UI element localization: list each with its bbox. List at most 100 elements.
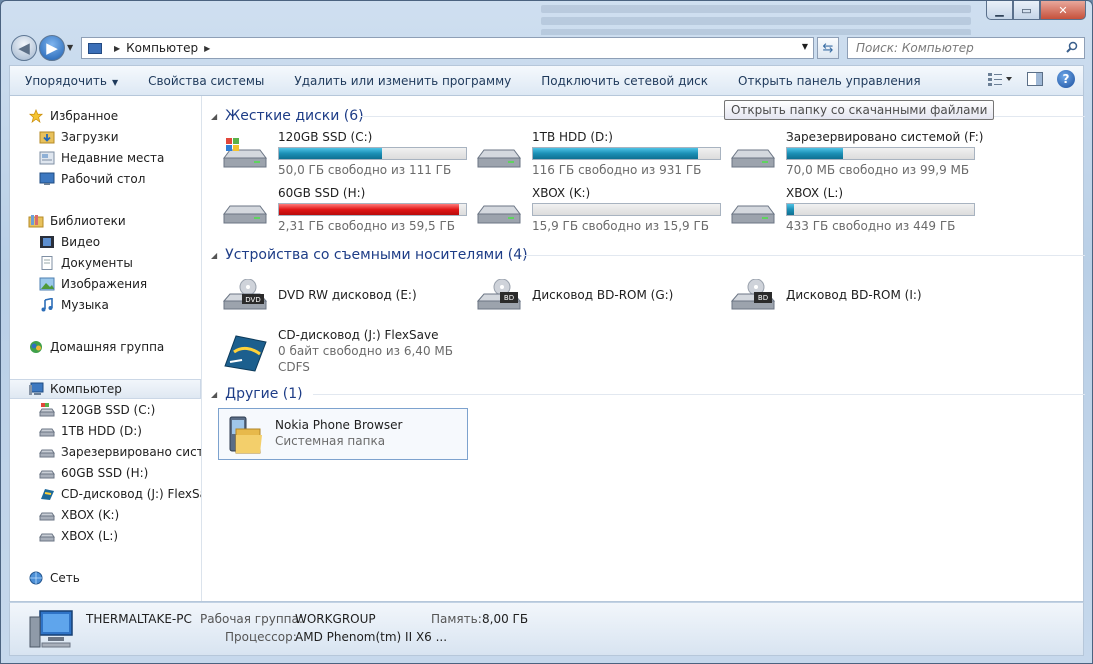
search-icon[interactable] — [1066, 41, 1078, 53]
drive-tile[interactable]: 120GB SSD (C:) 50,0 ГБ свободно из 111 ГБ — [222, 130, 472, 177]
back-arrow-icon: ◀ — [18, 39, 30, 57]
sidebar-item-label: Видео — [61, 235, 101, 249]
sidebar-item-drive-d[interactable]: 1TB HDD (D:) — [10, 421, 201, 441]
drive-usage-bar — [278, 147, 467, 160]
sidebar-item-label: Загрузки — [61, 130, 119, 144]
sidebar-item-documents[interactable]: Документы — [10, 253, 201, 273]
drive-free-space: 0 байт свободно из 6,40 МБ — [278, 344, 453, 358]
sidebar-item-homegroup[interactable]: Домашняя группа — [10, 337, 201, 357]
sidebar-item-label: Домашняя группа — [50, 340, 165, 354]
change-view-icon[interactable] — [987, 71, 1013, 87]
sidebar-item-recent-places[interactable]: Недавние места — [10, 148, 201, 168]
recent-pages-dropdown-icon[interactable]: ▼ — [67, 43, 73, 52]
sidebar-item-favorites[interactable]: Избранное — [10, 106, 201, 126]
sidebar-item-drive-j[interactable]: CD-дисковод (J:) FlexSave — [10, 484, 201, 504]
drive-usage-bar — [532, 203, 721, 216]
drive-name: 1TB HDD (D:) — [532, 130, 613, 144]
close-icon: ✕ — [1058, 3, 1068, 17]
homegroup-icon — [30, 341, 42, 353]
breadcrumb-computer[interactable]: Компьютер — [126, 41, 198, 55]
sidebar-item-label: XBOX (K:) — [61, 508, 120, 522]
network-icon — [29, 571, 43, 585]
computer-name: THERMALTAKE-PC — [86, 612, 192, 626]
organize-label: Упорядочить — [25, 73, 107, 88]
group-header-other[interactable]: ◢ Другие (1) — [211, 384, 1085, 404]
uninstall-program-button[interactable]: Удалить или изменить программу — [279, 74, 526, 88]
drive-tile[interactable]: Зарезервировано системой (F:) 70,0 МБ сво… — [730, 130, 983, 177]
address-bar[interactable]: ▶ Компьютер ▶ ▼ — [81, 37, 814, 59]
drive-tile-j[interactable]: CD-дисковод (J:) FlexSave 0 байт свободн… — [222, 328, 472, 378]
chevron-down-icon: ▼ — [111, 77, 119, 87]
cpu-label: Процессор: — [225, 630, 297, 644]
navigation-bar: ◀ ▶ ▼ ▶ Компьютер ▶ ▼ ⇆ Поиск: Компьютер — [1, 32, 1092, 62]
forward-button[interactable]: ▶ — [39, 35, 65, 61]
minimize-button[interactable]: ▁ — [986, 1, 1013, 20]
memory-value: 8,00 ГБ — [482, 612, 529, 626]
breadcrumb-arrow-icon[interactable]: ▶ — [114, 44, 120, 53]
drive-tile[interactable]: XBOX (L:) 433 ГБ свободно из 449 ГБ — [730, 186, 980, 233]
drive-tile[interactable]: 1TB HDD (D:) 116 ГБ свободно из 931 ГБ — [476, 130, 726, 177]
drive-tile-i[interactable]: BD Дисковод BD-ROM (I:) — [730, 271, 980, 315]
sidebar-item-pictures[interactable]: Изображения — [10, 274, 201, 294]
computer-icon — [88, 42, 102, 54]
drive-free-space: 15,9 ГБ свободно из 15,9 ГБ — [532, 219, 710, 233]
search-input[interactable]: Поиск: Компьютер — [847, 37, 1085, 59]
drive-usage-bar — [786, 203, 975, 216]
maximize-button[interactable]: ▭ — [1013, 1, 1040, 20]
preview-pane-icon[interactable] — [1027, 72, 1043, 86]
sidebar-item-drive-f[interactable]: Зарезервировано системой — [10, 442, 201, 462]
open-control-panel-button[interactable]: Открыть панель управления — [723, 74, 936, 88]
maximize-icon: ▭ — [1021, 3, 1032, 17]
sidebar-item-music[interactable]: Музыка — [10, 295, 201, 315]
drive-name: 60GB SSD (H:) — [278, 186, 366, 200]
sidebar-item-downloads[interactable]: Загрузки — [10, 127, 201, 147]
sidebar-item-drive-k[interactable]: XBOX (K:) — [10, 505, 201, 525]
sidebar-item-label: Изображения — [61, 277, 148, 291]
help-button[interactable]: ? — [1057, 70, 1075, 88]
drive-free-space: 433 ГБ свободно из 449 ГБ — [786, 219, 956, 233]
explorer-window: ▁ ▭ ✕ ◀ ▶ ▼ ▶ Компьютер ▶ ▼ ⇆ Поиск: Ком… — [0, 0, 1093, 664]
sidebar-item-desktop[interactable]: Рабочий стол — [10, 169, 201, 189]
organize-button[interactable]: Упорядочить ▼ — [10, 74, 133, 88]
breadcrumb-arrow-icon[interactable]: ▶ — [204, 44, 210, 53]
workgroup-value: WORKGROUP — [295, 612, 376, 626]
sidebar-item-network[interactable]: Сеть — [10, 568, 201, 588]
sidebar-item-drive-l[interactable]: XBOX (L:) — [10, 526, 201, 546]
map-network-drive-button[interactable]: Подключить сетевой диск — [526, 74, 723, 88]
hard-drive-icon — [477, 149, 521, 168]
drive-tile-g[interactable]: BD Дисковод BD-ROM (G:) — [476, 271, 726, 315]
sidebar-item-label: 1TB HDD (D:) — [61, 424, 142, 438]
drive-tile-e[interactable]: DVD DVD RW дисковод (E:) — [222, 271, 472, 315]
nokia-phone-browser-tile[interactable]: Nokia Phone Browser Системная папка — [218, 408, 468, 460]
cpu-value: AMD Phenom(tm) II X6 ... — [295, 630, 448, 644]
libraries-icon — [28, 215, 44, 228]
svg-text:DVD: DVD — [245, 296, 260, 304]
computer-icon — [29, 610, 73, 648]
flexsave-cd-icon — [224, 335, 267, 372]
item-type: Системная папка — [275, 434, 386, 448]
hard-drive-icon — [39, 449, 55, 458]
back-button[interactable]: ◀ — [11, 35, 37, 61]
sidebar-item-drive-h[interactable]: 60GB SSD (H:) — [10, 463, 201, 483]
drive-name: Дисковод BD-ROM (I:) — [786, 288, 922, 302]
pictures-icon — [39, 277, 55, 291]
sidebar-item-label: 120GB SSD (C:) — [61, 403, 156, 417]
drive-tile[interactable]: XBOX (K:) 15,9 ГБ свободно из 15,9 ГБ — [476, 186, 726, 233]
sidebar-item-drive-c[interactable]: 120GB SSD (C:) — [10, 400, 201, 420]
sidebar-item-libraries[interactable]: Библиотеки — [10, 211, 201, 231]
hard-drive-icon — [477, 205, 521, 224]
computer-icon — [29, 382, 44, 395]
address-dropdown-icon[interactable]: ▼ — [802, 42, 808, 51]
system-properties-button[interactable]: Свойства системы — [133, 74, 279, 88]
drive-tile[interactable]: 60GB SSD (H:) 2,31 ГБ свободно из 59,5 ГБ — [222, 186, 472, 233]
sidebar-item-computer[interactable]: Компьютер — [10, 379, 201, 399]
video-icon — [40, 236, 54, 248]
sidebar-item-label: CD-дисковод (J:) FlexSave — [61, 487, 201, 501]
bd-rom-drive-icon: BD — [730, 279, 776, 310]
close-button[interactable]: ✕ — [1040, 1, 1086, 20]
refresh-button[interactable]: ⇆ — [817, 37, 839, 59]
group-header-removable[interactable]: ◢ Устройства со съемными носителями (4) — [211, 245, 1085, 265]
sidebar-item-video[interactable]: Видео — [10, 232, 201, 252]
group-divider — [523, 255, 1085, 256]
collapse-icon: ◢ — [211, 250, 218, 260]
